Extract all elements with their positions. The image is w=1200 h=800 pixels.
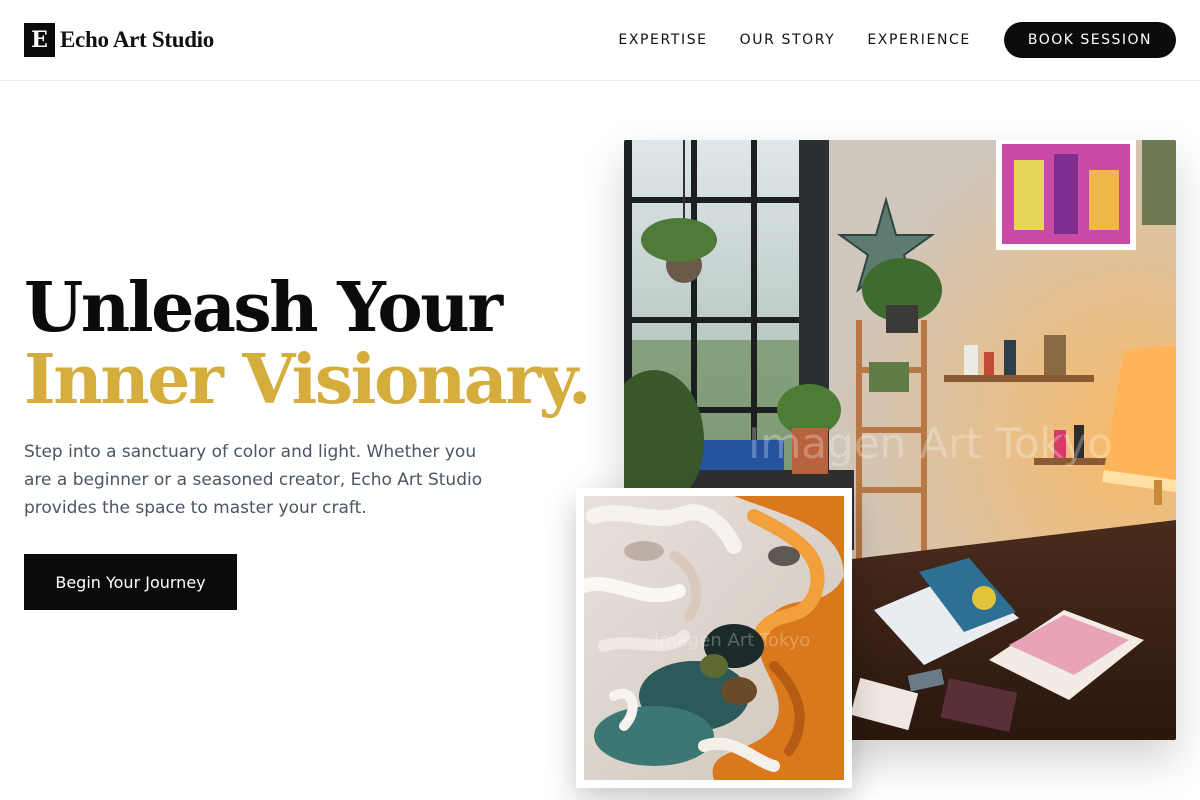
paint-texture-illustration: Imagen Art Tokyo bbox=[584, 496, 844, 780]
studio-photo-watermark: Imagen Art Tokyo bbox=[748, 419, 1113, 468]
book-session-button[interactable]: BOOK SESSION bbox=[1003, 22, 1176, 58]
site-header: E Echo Art Studio EXPERTISE OUR STORY EX… bbox=[0, 0, 1200, 81]
paint-texture-photo: Imagen Art Tokyo bbox=[576, 488, 852, 788]
brand-logo[interactable]: E Echo Art Studio bbox=[24, 23, 214, 57]
logo-mark-icon: E bbox=[24, 23, 55, 57]
main-nav: EXPERTISE OUR STORY EXPERIENCE BOOK SESS… bbox=[618, 22, 1176, 58]
begin-journey-button[interactable]: Begin Your Journey bbox=[24, 554, 237, 610]
brand-name: Echo Art Studio bbox=[60, 27, 214, 52]
nav-link-experience[interactable]: EXPERIENCE bbox=[867, 22, 971, 58]
hero-headline: Unleash Your Inner Visionary. bbox=[24, 268, 592, 420]
hero-description: Step into a sanctuary of color and light… bbox=[24, 442, 483, 518]
hero-headline-line1: Unleash Your bbox=[24, 268, 503, 348]
nav-link-expertise[interactable]: EXPERTISE bbox=[618, 22, 707, 58]
paint-photo-watermark: Imagen Art Tokyo bbox=[654, 630, 810, 651]
hero-headline-line2: Inner Visionary. bbox=[24, 340, 592, 420]
nav-link-our-story[interactable]: OUR STORY bbox=[740, 22, 836, 58]
